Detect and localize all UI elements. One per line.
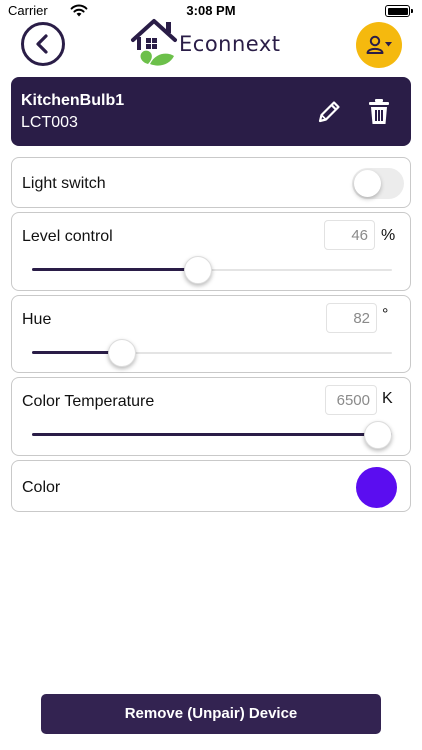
hue-label: Hue: [22, 311, 52, 328]
trash-icon: [369, 99, 389, 124]
battery-icon: [385, 5, 413, 17]
slider-fill: [32, 268, 198, 271]
device-name: KitchenBulb1: [21, 92, 125, 109]
hue-card: Hue 82 °: [11, 295, 411, 373]
delete-device-button[interactable]: [366, 97, 392, 127]
hue-slider[interactable]: [32, 338, 392, 368]
user-dropdown-icon: [366, 35, 392, 54]
level-unit: %: [381, 227, 396, 244]
edit-device-button[interactable]: [314, 97, 344, 127]
color-temperature-label: Color Temperature: [22, 393, 155, 410]
device-model: LCT003: [21, 114, 78, 131]
color-swatch-button[interactable]: [356, 467, 397, 508]
level-slider[interactable]: [32, 255, 392, 285]
light-switch-label: Light switch: [22, 175, 106, 192]
level-value-field[interactable]: 46: [324, 220, 375, 250]
color-temperature-card: Color Temperature 6500 K: [11, 377, 411, 456]
light-switch-toggle[interactable]: [352, 168, 404, 199]
app-logo: Econnext: [130, 16, 295, 70]
hue-unit: °: [382, 306, 389, 323]
device-header-card: KitchenBulb1 LCT003: [11, 77, 411, 146]
hue-value-field[interactable]: 82: [326, 303, 377, 333]
toggle-knob: [354, 170, 381, 197]
level-control-label: Level control: [22, 228, 113, 245]
color-label: Color: [22, 479, 61, 496]
chevron-left-icon: [36, 34, 48, 54]
remove-device-button[interactable]: Remove (Unpair) Device: [41, 694, 381, 734]
back-button[interactable]: [21, 22, 65, 66]
profile-menu-button[interactable]: [356, 22, 402, 68]
level-control-card: Level control 46 %: [11, 212, 411, 291]
color-temperature-slider[interactable]: [32, 420, 392, 450]
color-card: Color: [11, 460, 411, 512]
slider-thumb[interactable]: [108, 339, 136, 367]
house-leaf-icon: [131, 19, 177, 66]
color-temperature-value-field[interactable]: 6500: [325, 385, 377, 415]
logo-text: Econnext: [179, 32, 281, 56]
slider-fill: [32, 433, 392, 436]
color-temperature-unit: K: [382, 390, 393, 407]
slider-thumb[interactable]: [184, 256, 212, 284]
slider-thumb[interactable]: [364, 421, 392, 449]
pencil-icon: [318, 101, 340, 123]
light-switch-card: Light switch: [11, 157, 411, 208]
